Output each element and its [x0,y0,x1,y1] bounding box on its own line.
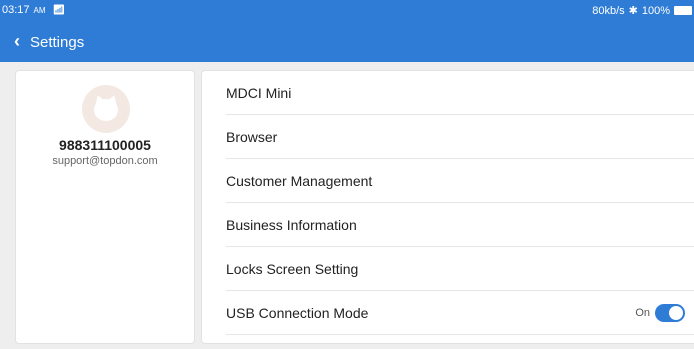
usb-mode-toggle-wrap: On [635,291,685,335]
page-title: Settings [30,33,85,51]
network-speed: 80kb/s [592,4,625,17]
chevron-left-icon: ‹ [14,31,20,51]
menu-item-label: Business Information [226,216,357,233]
battery-icon [674,6,692,15]
wifi-icon: 📶︎ [52,4,66,16]
settings-menu: MDCI Mini Browser Customer Management Bu… [201,70,694,344]
menu-item-mdci-mini[interactable]: MDCI Mini [226,71,694,115]
menu-item-usb-connection-mode[interactable]: USB Connection Mode On [226,291,694,335]
bluetooth-icon: ✱ [628,5,638,17]
status-right: 80kb/s ✱ 100% [592,4,692,17]
menu-item-browser[interactable]: Browser [226,115,694,159]
toggle-state-label: On [635,307,650,319]
menu-item-label: Customer Management [226,172,373,189]
status-bar: 03:17 AM 📶︎ 80kb/s ✱ 100% [0,0,694,22]
avatar[interactable] [82,85,130,133]
nav-bar: ‹ Settings [0,22,694,62]
toggle-knob [669,306,683,320]
user-id: 988311100005 [59,137,151,153]
back-button[interactable]: ‹ Settings [0,22,84,62]
battery-percent: 100% [641,4,670,17]
menu-item-business-information[interactable]: Business Information [226,203,694,247]
menu-item-label: USB Connection Mode [226,304,369,321]
status-left: 03:17 AM 📶︎ [2,4,65,16]
menu-item-label: Locks Screen Setting [226,260,359,277]
clock-ampm: AM [33,5,46,15]
user-email: support@topdon.com [52,155,158,167]
menu-item-label: Browser [226,128,278,145]
clock-time: 03:17 [2,4,30,16]
usb-mode-toggle[interactable] [655,304,685,322]
profile-card: 988311100005 support@topdon.com [15,70,195,344]
menu-item-customer-management[interactable]: Customer Management [226,159,694,203]
menu-item-label: MDCI Mini [226,84,292,101]
avatar-face [94,99,118,121]
menu-item-lock-screen-setting[interactable]: Locks Screen Setting [226,247,694,291]
